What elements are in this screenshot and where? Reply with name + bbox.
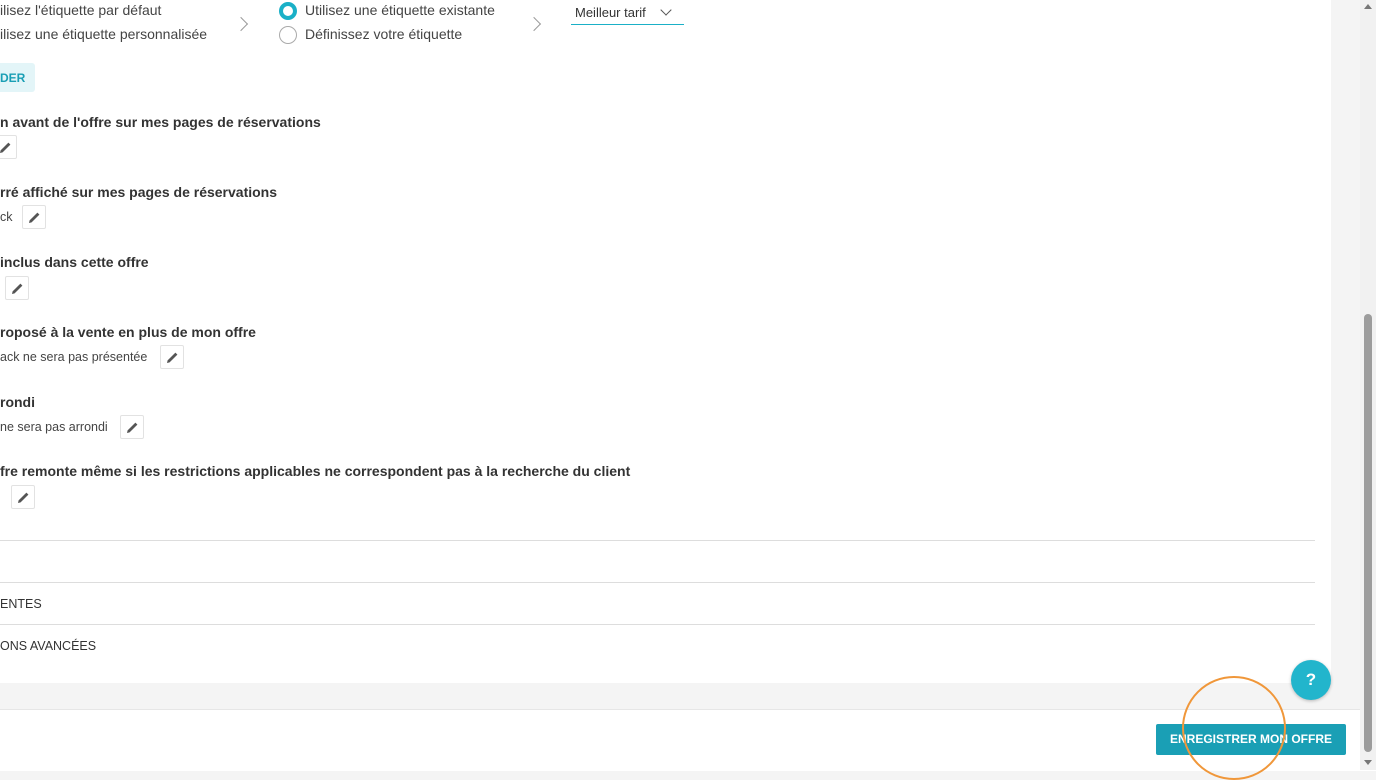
edit-button[interactable] (22, 205, 46, 229)
label-option-define[interactable]: Définissez votre étiquette (305, 26, 462, 42)
radio-define-label[interactable] (279, 26, 297, 44)
pencil-icon (167, 352, 178, 363)
edit-button[interactable] (11, 485, 35, 509)
divider (0, 540, 1315, 541)
pencil-icon (29, 212, 40, 223)
accordion-header[interactable]: ENTES (0, 597, 42, 611)
edit-button[interactable] (5, 276, 29, 300)
validate-button-label: DER (0, 71, 26, 85)
pencil-icon (0, 142, 11, 153)
divider (0, 624, 1315, 625)
scrollbar[interactable] (1360, 0, 1376, 770)
label-option-existing[interactable]: Utilisez une étiquette existante (305, 2, 495, 18)
radio-existing-label[interactable] (279, 2, 297, 20)
chevron-down-icon (660, 4, 672, 16)
chevron-right-icon (233, 16, 249, 32)
edit-button[interactable] (120, 415, 144, 439)
offer-settings-panel: ilisez l'étiquette par défaut ilisez une… (0, 0, 1331, 683)
scroll-down-arrow-icon[interactable] (1364, 760, 1372, 765)
section-title: fre remonte même si les restrictions app… (0, 463, 631, 479)
section-title: rré affiché sur mes pages de réservation… (0, 184, 278, 200)
section-title: rondi (0, 394, 35, 410)
section-value: ne sera pas arrondi (0, 420, 108, 434)
pencil-icon (18, 492, 29, 503)
validate-button[interactable]: DER (0, 63, 35, 92)
section-value: ack ne sera pas présentée (0, 350, 148, 364)
edit-button[interactable] (160, 345, 184, 369)
section-title: n avant de l'offre sur mes pages de rése… (0, 114, 321, 130)
chevron-right-icon (526, 16, 542, 32)
section-title: inclus dans cette offre (0, 254, 149, 270)
divider (0, 582, 1315, 583)
label-select[interactable]: Meilleur tarif (571, 0, 684, 25)
edit-button[interactable] (0, 135, 17, 159)
scrollbar-thumb[interactable] (1364, 314, 1372, 752)
label-select-value: Meilleur tarif (575, 5, 646, 20)
pencil-icon (127, 422, 138, 433)
scroll-up-arrow-icon[interactable] (1364, 4, 1372, 9)
section-title: roposé à la vente en plus de mon offre (0, 324, 256, 340)
accordion-header[interactable]: ONS AVANCÉES (0, 639, 96, 653)
section-value: ck (0, 210, 13, 224)
help-button[interactable]: ? (1291, 660, 1331, 700)
label-option-default[interactable]: ilisez l'étiquette par défaut (0, 2, 161, 18)
save-offer-button[interactable]: ENREGISTRER MON OFFRE (1156, 724, 1346, 755)
pencil-icon (12, 283, 23, 294)
label-option-custom[interactable]: ilisez une étiquette personnalisée (0, 26, 207, 42)
